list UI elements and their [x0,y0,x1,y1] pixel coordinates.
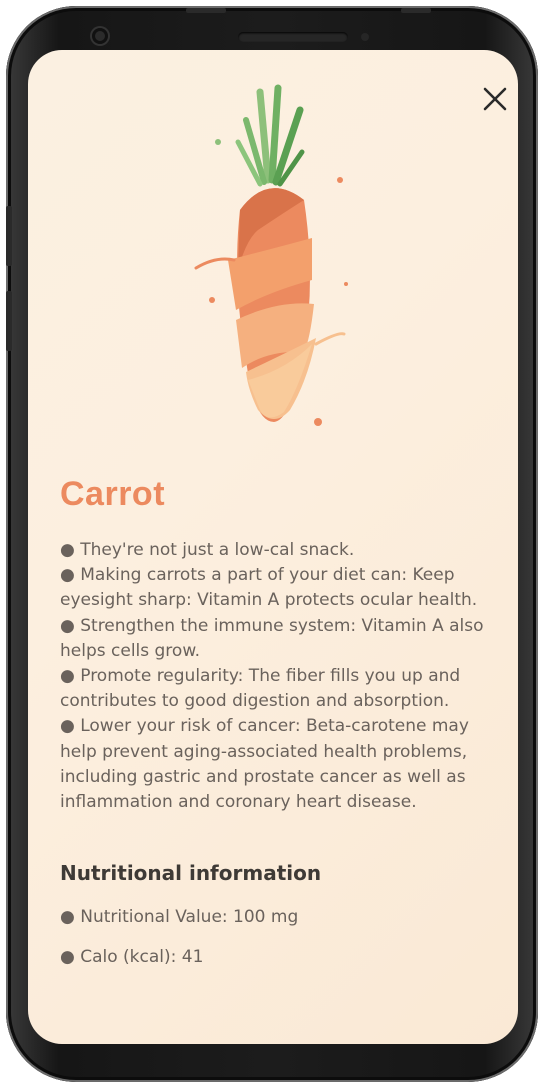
description-line: ● Making carrots a part of your diet can… [60,565,478,611]
proximity-sensor [361,33,369,41]
top-button-secondary [401,8,431,13]
food-description: ● They're not just a low-cal snack. ● Ma… [60,538,490,815]
description-line: ● Strengthen the immune system: Vitamin … [60,615,484,661]
carrot-leaves [235,84,305,187]
nutrition-title: Nutritional information [60,861,322,886]
top-button [186,8,226,13]
nutrition-item: ● Nutritional Value: 100 mg [60,907,299,928]
description-line: ● Lower your risk of cancer: Beta-carote… [60,716,469,813]
food-details: Carrot ● They're not just a low-cal snac… [60,474,490,985]
front-camera [92,28,108,44]
volume-down-button [6,291,12,351]
food-title: Carrot [60,475,166,513]
volume-up-button [6,206,12,266]
nutrition-item: ● Calo (kcal): 41 [60,947,204,968]
close-icon [483,87,507,111]
earpiece-speaker [238,32,348,42]
description-line: ● Promote regularity: The fiber fills yo… [60,666,461,712]
close-button[interactable] [480,84,510,114]
food-detail-screen: Carrot ● They're not just a low-cal snac… [28,50,518,1044]
carrot-illustration [188,80,348,440]
description-line: ● They're not just a low-cal snack. [60,540,355,560]
